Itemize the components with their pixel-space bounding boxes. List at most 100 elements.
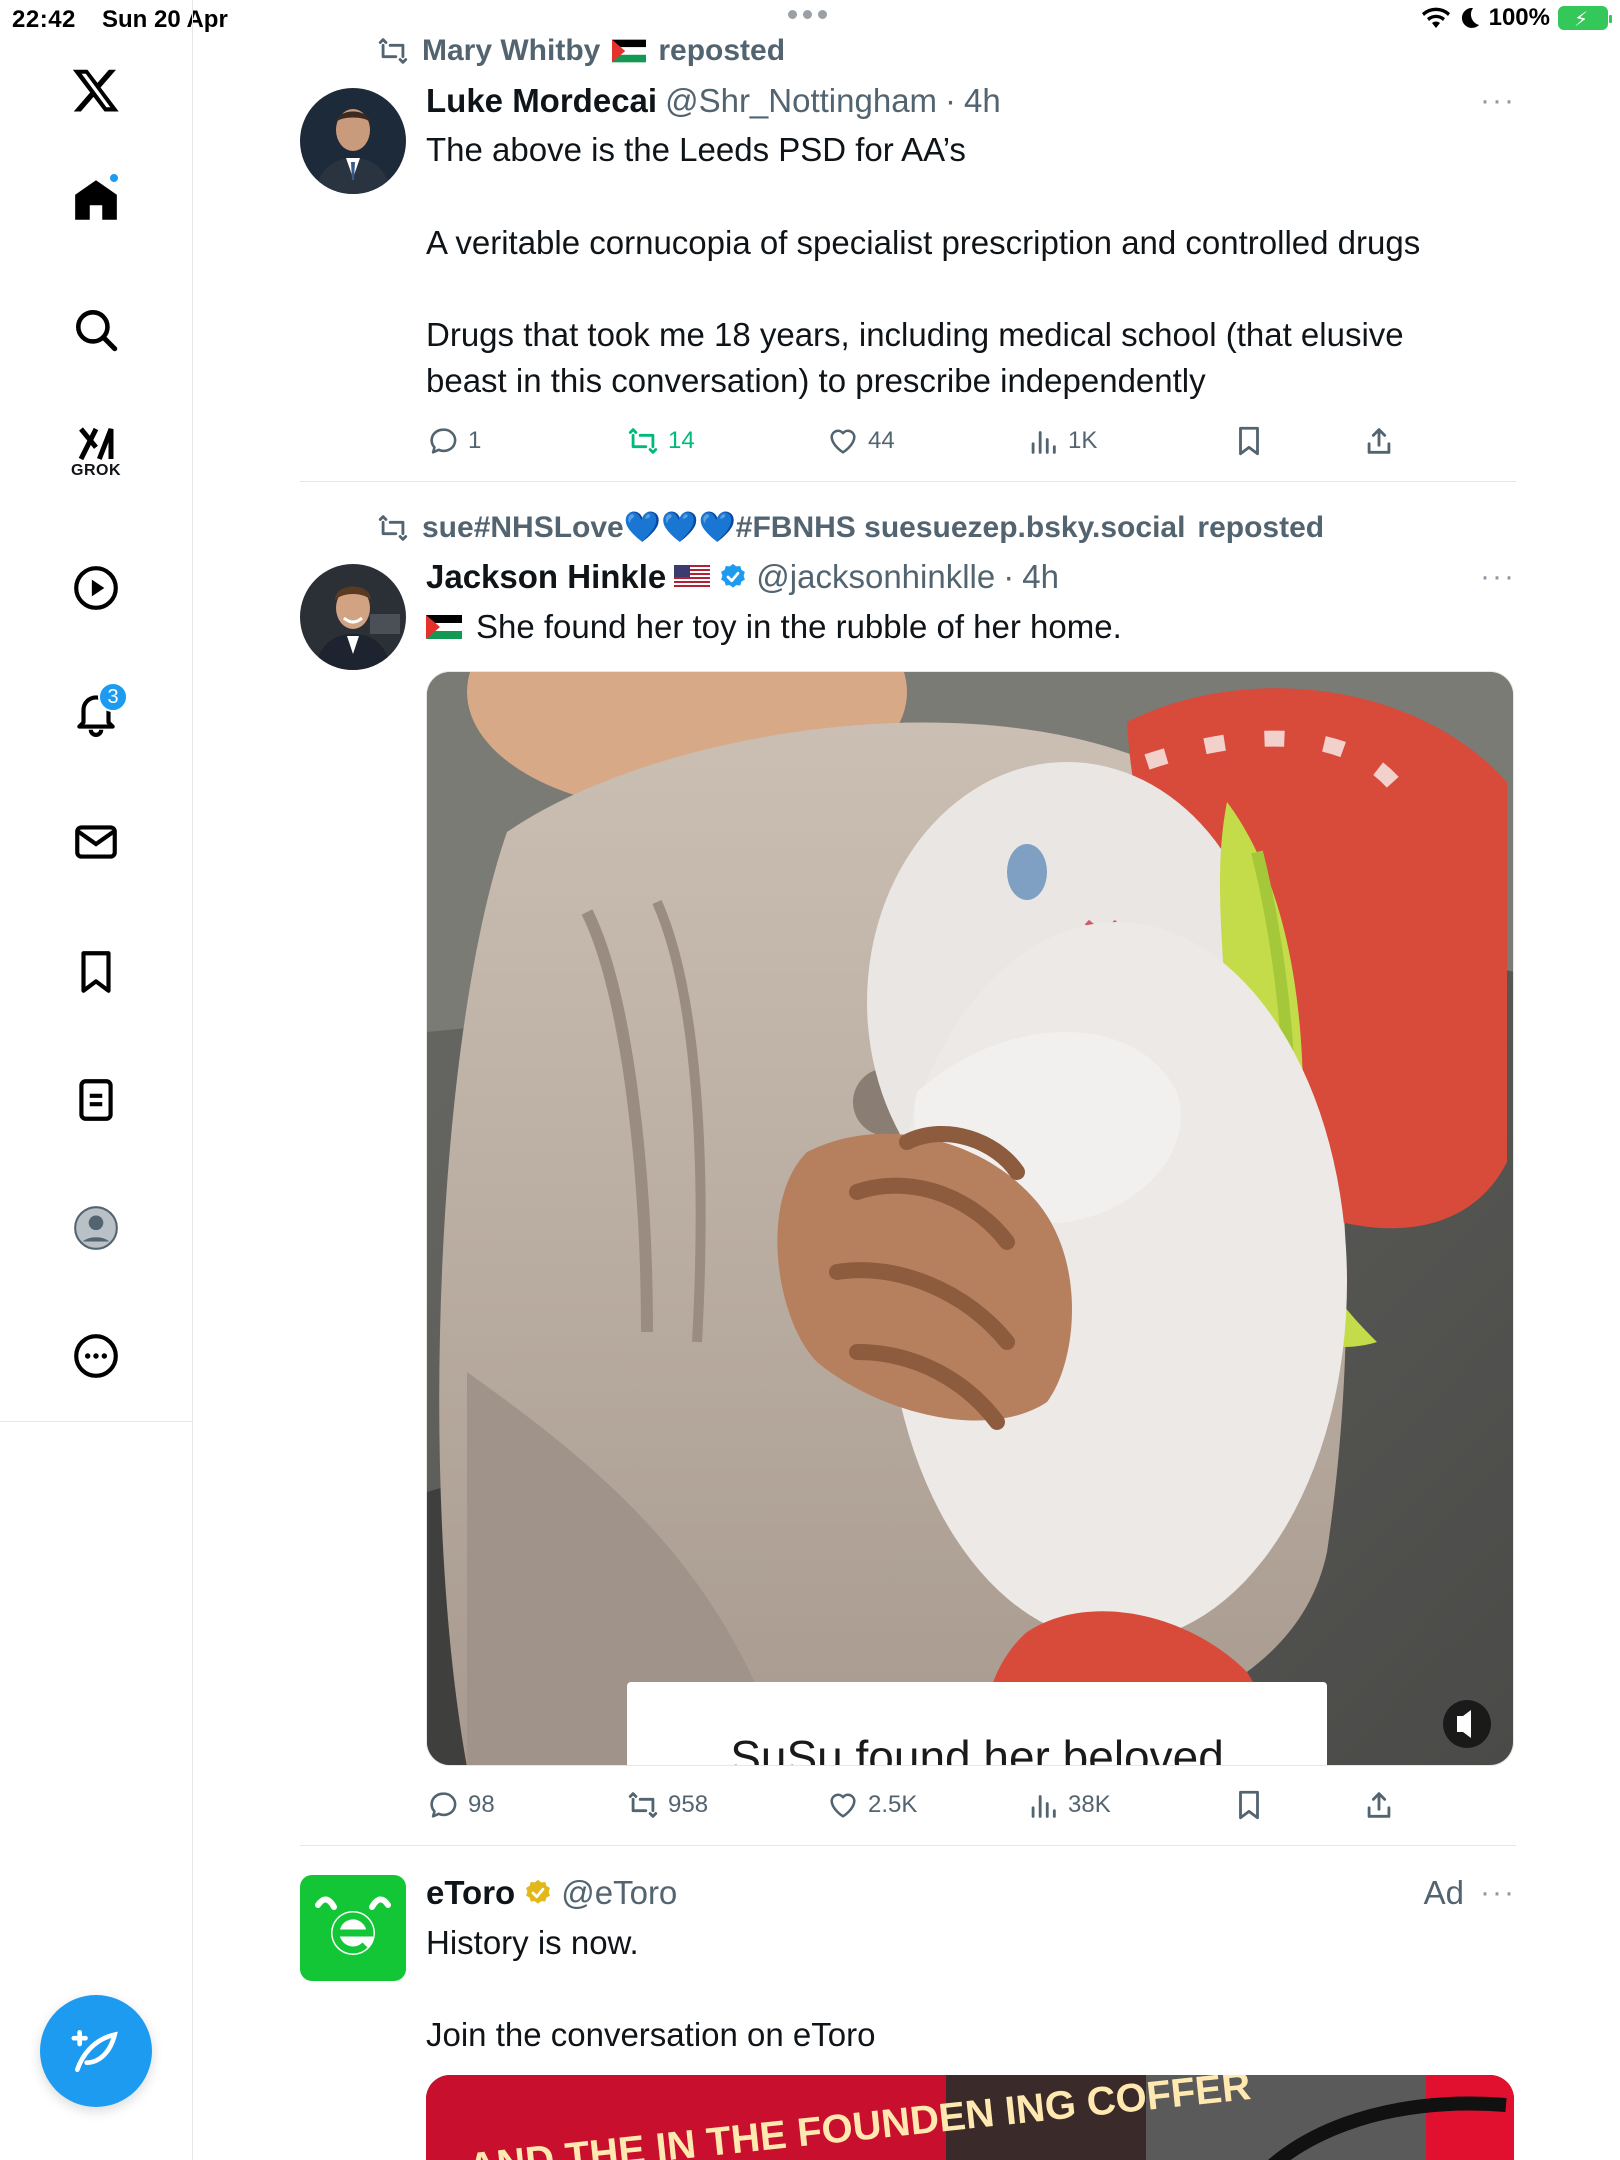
- reply-count: 98: [468, 1791, 495, 1818]
- post-text-line: Drugs that took me 18 years, including m…: [426, 316, 1404, 353]
- compose-post-button[interactable]: [40, 1995, 152, 2107]
- sidebar-item-search[interactable]: [56, 290, 136, 370]
- envelope-icon: [75, 825, 117, 859]
- list-icon: [79, 1079, 113, 1121]
- author-name[interactable]: Jackson Hinkle: [426, 558, 666, 596]
- repost-suffix: reposted: [658, 34, 786, 67]
- author-handle[interactable]: @Shr_Nottingham: [665, 82, 937, 120]
- separator: ·: [945, 82, 957, 119]
- post-time[interactable]: 4h: [964, 82, 1001, 120]
- verified-badge-icon[interactable]: [718, 562, 748, 592]
- reply-button[interactable]: 98: [426, 1788, 495, 1822]
- bookmark-button[interactable]: [1232, 1788, 1266, 1822]
- multitasking-dots[interactable]: [788, 10, 827, 19]
- repost-indicator[interactable]: Mary Whitby reposted: [376, 34, 785, 68]
- sidebar-item-notifications[interactable]: 3: [56, 672, 136, 752]
- post-text-line: The above is the Leeds PSD for AA’s: [426, 131, 966, 168]
- like-button[interactable]: 2.5K: [826, 1788, 917, 1822]
- avatar[interactable]: [300, 564, 406, 670]
- ad-label: Ad: [1423, 1874, 1464, 1911]
- views-button[interactable]: 1K: [1026, 424, 1097, 458]
- compose-feather-icon: [71, 2030, 118, 2072]
- more-circle-icon: [74, 1334, 118, 1378]
- share-icon: [1367, 428, 1391, 454]
- post-time[interactable]: 4h: [1022, 558, 1059, 596]
- reply-button[interactable]: 1: [426, 424, 481, 458]
- sidebar-item-messages[interactable]: [56, 802, 136, 882]
- avatar-image: [300, 88, 406, 194]
- post-text-line: Join the conversation on eToro: [426, 2016, 876, 2053]
- post-text-line: She found her toy in the rubble of her h…: [476, 608, 1122, 645]
- reply-count: 1: [468, 427, 482, 454]
- repost-button[interactable]: 14: [626, 424, 695, 458]
- sidebar-item-home[interactable]: [56, 160, 136, 240]
- sidebar-item-grok[interactable]: GROK: [56, 412, 136, 492]
- sidebar-item-more[interactable]: [56, 1316, 136, 1396]
- like-button[interactable]: 44: [826, 424, 895, 458]
- us-flag-icon: [674, 565, 711, 589]
- author-handle[interactable]: @eToro: [561, 1874, 677, 1912]
- bookmark-icon: [1239, 1790, 1259, 1820]
- post-text-line: beast in this conversation) to prescribe…: [426, 362, 1206, 399]
- sidebar-item-bookmarks[interactable]: [56, 932, 136, 1012]
- post-header: Jackson Hinkle @jacksonhinklle · 4h: [426, 558, 1059, 596]
- video-caption: SuSu found her beloved: [730, 1731, 1224, 1766]
- repost-user: sue#NHSLove💙💙💙#FBNHS suesuezep.bsky.soci…: [422, 511, 1186, 544]
- share-button[interactable]: [1362, 1788, 1396, 1822]
- battery-percent: 100%: [1488, 4, 1550, 31]
- repost-count: 14: [668, 427, 695, 454]
- wifi-icon: [1421, 7, 1450, 28]
- reply-icon: [430, 1792, 457, 1818]
- separator: ·: [1003, 558, 1015, 595]
- post-divider: [300, 481, 1516, 482]
- search-icon: [76, 310, 118, 352]
- post-text-line: History is now.: [426, 1924, 639, 1961]
- post-header: eToro @eToro: [426, 1874, 677, 1912]
- sidebar-item-lists[interactable]: [56, 1060, 136, 1140]
- grok-icon: [78, 427, 114, 461]
- etoro-logo-icon: [300, 1875, 406, 1981]
- notifications-badge: 3: [98, 682, 128, 712]
- play-circle-icon: [74, 566, 118, 610]
- repost-icon: [378, 514, 408, 541]
- avatar[interactable]: [300, 88, 406, 194]
- views-count: 1K: [1068, 427, 1098, 454]
- repost-indicator[interactable]: sue#NHSLove💙💙💙#FBNHS suesuezep.bsky.soci…: [376, 510, 1324, 545]
- mute-button[interactable]: [1443, 1700, 1491, 1748]
- author-name[interactable]: eToro: [426, 1874, 515, 1912]
- ad-media-image[interactable]: AND THE IN THE FOUNDEN ING COFFER: [426, 2075, 1514, 2160]
- author-name[interactable]: Luke Mordecai: [426, 82, 657, 120]
- author-handle[interactable]: @jacksonhinklle: [756, 558, 995, 596]
- repost-icon: [628, 1792, 658, 1818]
- verified-gold-badge-icon[interactable]: [523, 1878, 553, 1908]
- repost-count: 958: [668, 1791, 709, 1818]
- post-header: Luke Mordecai @Shr_Nottingham · 4h: [426, 82, 1001, 120]
- heart-icon: [830, 1793, 856, 1818]
- home-unread-dot: [108, 172, 120, 184]
- profile-avatar-icon: [74, 1206, 118, 1250]
- sidebar-item-video[interactable]: [56, 548, 136, 628]
- like-count: 2.5K: [868, 1791, 918, 1818]
- repost-button[interactable]: 958: [626, 1788, 708, 1822]
- post-more-button[interactable]: ···: [1480, 1876, 1516, 1910]
- palestine-flag-icon: [612, 39, 647, 63]
- post-video[interactable]: SuSu found her beloved: [426, 671, 1514, 1766]
- share-button[interactable]: [1362, 424, 1396, 458]
- repost-icon: [378, 38, 408, 64]
- sidebar-item-profile[interactable]: [56, 1188, 136, 1268]
- heart-icon: [830, 429, 856, 454]
- reply-icon: [430, 428, 457, 454]
- palestine-flag-icon: [426, 615, 462, 639]
- sidebar-nav: GROK 3: [0, 0, 193, 1422]
- bookmark-icon: [1239, 426, 1259, 456]
- post-more-button[interactable]: ···: [1480, 84, 1516, 118]
- post-divider: [300, 1845, 1516, 1846]
- status-bar: 22:42 Sun 20 Apr 100% ⚡: [0, 0, 1620, 40]
- repost-icon: [628, 428, 658, 454]
- share-icon: [1367, 1792, 1391, 1818]
- x-logo[interactable]: [56, 50, 136, 130]
- avatar[interactable]: [300, 1875, 406, 1981]
- views-button[interactable]: 38K: [1026, 1788, 1111, 1822]
- post-more-button[interactable]: ···: [1480, 560, 1516, 594]
- bookmark-button[interactable]: [1232, 424, 1266, 458]
